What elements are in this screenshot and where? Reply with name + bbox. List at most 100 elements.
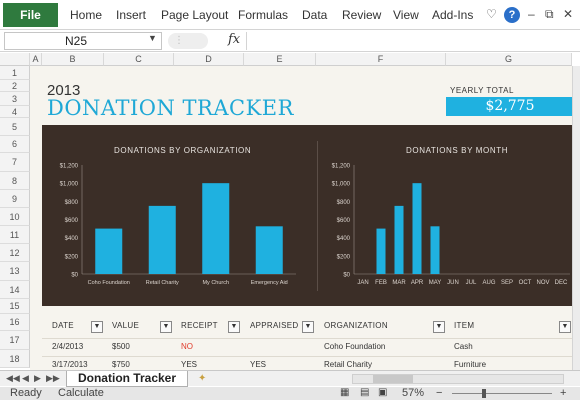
row-header-10[interactable]: 10 bbox=[0, 208, 30, 226]
zoom-in-icon[interactable]: + bbox=[560, 387, 566, 399]
collapse-ribbon-icon[interactable]: ♡ bbox=[486, 7, 497, 21]
close-icon[interactable]: ✕ bbox=[563, 7, 573, 21]
row-header-5[interactable]: 5 bbox=[0, 118, 30, 136]
name-box[interactable]: N25 bbox=[4, 32, 162, 50]
file-tab[interactable]: File bbox=[3, 3, 58, 27]
y-tick-label: $1,200 bbox=[332, 164, 351, 170]
chevron-down-icon[interactable]: ▼ bbox=[148, 33, 157, 43]
row-header-17[interactable]: 17 bbox=[0, 331, 30, 350]
calculate-button[interactable]: Calculate bbox=[58, 387, 104, 399]
bar[interactable] bbox=[95, 228, 123, 274]
column-header-g[interactable]: G bbox=[446, 53, 572, 66]
cell-item[interactable]: Cash bbox=[454, 342, 473, 351]
dashboard-panel: DONATIONS BY ORGANIZATION DONATIONS BY M… bbox=[42, 125, 572, 306]
column-header-b[interactable]: B bbox=[42, 53, 104, 66]
bar[interactable] bbox=[412, 183, 422, 274]
tab-page-layout[interactable]: Page Layout bbox=[161, 0, 228, 30]
first-sheet-arrow-icon[interactable]: ◀◀ bbox=[6, 373, 20, 384]
bar[interactable] bbox=[202, 183, 230, 274]
row-header-16[interactable]: 16 bbox=[0, 314, 30, 331]
row-header-4[interactable]: 4 bbox=[0, 106, 30, 118]
bar[interactable] bbox=[148, 205, 176, 274]
insert-sheet-icon[interactable]: ✦ bbox=[198, 373, 206, 384]
scroll-thumb[interactable] bbox=[373, 375, 413, 383]
page-break-view-icon[interactable]: ▣ bbox=[378, 387, 387, 398]
table-header-value: VALUE bbox=[112, 321, 140, 330]
bar[interactable] bbox=[394, 205, 404, 274]
tab-insert[interactable]: Insert bbox=[116, 0, 146, 30]
y-tick-label: $600 bbox=[337, 218, 351, 224]
tab-data[interactable]: Data bbox=[302, 0, 327, 30]
restore-icon[interactable]: ⧉ bbox=[545, 7, 554, 22]
worksheet[interactable]: 2013 DONATION TRACKER YEARLY TOTAL $2,77… bbox=[30, 66, 572, 370]
sheet-tab-donation-tracker[interactable]: Donation Tracker bbox=[66, 371, 188, 387]
formula-input[interactable] bbox=[246, 32, 578, 50]
insert-function-button[interactable]: fx bbox=[228, 32, 240, 47]
row-header-7[interactable]: 7 bbox=[0, 153, 30, 172]
bar[interactable] bbox=[376, 228, 386, 274]
row-header-8[interactable]: 8 bbox=[0, 172, 30, 190]
tab-review[interactable]: Review bbox=[342, 0, 381, 30]
tab-formulas[interactable]: Formulas bbox=[238, 0, 288, 30]
formula-bar: N25 ▼ ⋮ fx bbox=[0, 30, 580, 52]
column-header-f[interactable]: F bbox=[316, 53, 446, 66]
zoom-level[interactable]: 57% bbox=[402, 387, 424, 399]
horizontal-scrollbar[interactable] bbox=[352, 374, 564, 384]
row-header-14[interactable]: 14 bbox=[0, 281, 30, 299]
filter-dropdown-item[interactable]: ▼ bbox=[559, 321, 571, 333]
row-header-11[interactable]: 11 bbox=[0, 226, 30, 244]
cell-date[interactable]: 3/17/2013 bbox=[52, 360, 88, 369]
filter-dropdown-appraised[interactable]: ▼ bbox=[302, 321, 314, 333]
zoom-out-icon[interactable]: − bbox=[436, 387, 442, 399]
organization-bar-chart[interactable]: $0 $200 $400 $600 $800 $1,000 $1,200 Coho Found… bbox=[42, 125, 317, 306]
row-header-2[interactable]: 2 bbox=[0, 80, 30, 92]
cell-date[interactable]: 2/4/2013 bbox=[52, 342, 83, 351]
column-header-d[interactable]: D bbox=[174, 53, 244, 66]
page-layout-view-icon[interactable]: ▤ bbox=[360, 387, 369, 398]
cell-organization[interactable]: Retail Charity bbox=[324, 360, 372, 369]
y-tick-label: $800 bbox=[337, 200, 351, 206]
row-header-9[interactable]: 9 bbox=[0, 190, 30, 208]
cell-appraised[interactable]: YES bbox=[250, 360, 266, 369]
cell-value[interactable]: $500 bbox=[112, 342, 130, 351]
cell-organization[interactable]: Coho Foundation bbox=[324, 342, 385, 351]
row-header-1[interactable]: 1 bbox=[0, 66, 30, 80]
prev-sheet-arrow-icon[interactable]: ◀ bbox=[22, 373, 29, 384]
tab-home[interactable]: Home bbox=[70, 0, 102, 30]
help-icon[interactable]: ? bbox=[504, 7, 520, 23]
cell-value[interactable]: $750 bbox=[112, 360, 130, 369]
column-header-c[interactable]: C bbox=[104, 53, 174, 66]
tab-add-ins[interactable]: Add-Ins bbox=[432, 0, 473, 30]
table-header-rule bbox=[42, 338, 572, 339]
zoom-slider[interactable] bbox=[452, 393, 552, 394]
row-header-15[interactable]: 15 bbox=[0, 299, 30, 314]
cell-item[interactable]: Furniture bbox=[454, 360, 486, 369]
tab-view[interactable]: View bbox=[393, 0, 419, 30]
minimize-icon[interactable]: – bbox=[528, 7, 535, 21]
filter-dropdown-organization[interactable]: ▼ bbox=[433, 321, 445, 333]
vertical-scrollbar[interactable] bbox=[572, 66, 580, 370]
column-header-e[interactable]: E bbox=[244, 53, 316, 66]
month-bar-chart[interactable]: $0 $200 $400 $600 $800 $1,000 $1,200 JAN FEB MAR A… bbox=[317, 125, 572, 306]
next-sheet-arrow-icon[interactable]: ▶ bbox=[34, 373, 41, 384]
bar[interactable] bbox=[430, 226, 440, 274]
filter-dropdown-date[interactable]: ▼ bbox=[91, 321, 103, 333]
filter-dropdown-receipt[interactable]: ▼ bbox=[228, 321, 240, 333]
y-tick-label: $1,000 bbox=[332, 182, 351, 188]
formula-divider: ⋮ bbox=[168, 33, 208, 49]
filter-dropdown-value[interactable]: ▼ bbox=[160, 321, 172, 333]
row-header-6[interactable]: 6 bbox=[0, 136, 30, 153]
select-all-corner[interactable] bbox=[0, 53, 30, 66]
column-header-a[interactable]: A bbox=[30, 53, 42, 66]
bar[interactable] bbox=[255, 226, 283, 274]
row-header-18[interactable]: 18 bbox=[0, 350, 30, 368]
last-sheet-arrow-icon[interactable]: ▶▶ bbox=[46, 373, 60, 384]
row-header-12[interactable]: 12 bbox=[0, 244, 30, 262]
row-header-13[interactable]: 13 bbox=[0, 262, 30, 281]
row-header-3[interactable]: 3 bbox=[0, 92, 30, 106]
x-tick-label: AUG bbox=[482, 280, 495, 286]
zoom-slider-thumb[interactable] bbox=[482, 389, 486, 398]
normal-view-icon[interactable]: ▦ bbox=[340, 387, 349, 398]
cell-receipt[interactable]: NO bbox=[181, 342, 193, 351]
cell-receipt[interactable]: YES bbox=[181, 360, 197, 369]
